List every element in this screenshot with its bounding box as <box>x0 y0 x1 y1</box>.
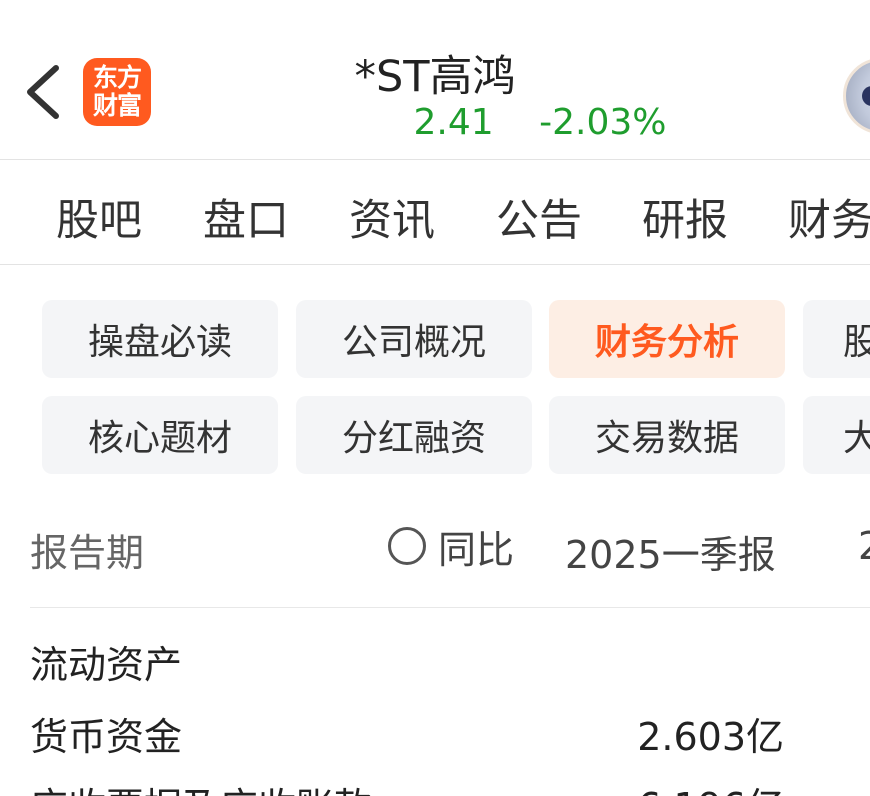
yoy-toggle[interactable]: 同比 <box>388 522 514 572</box>
chip-block-trades[interactable]: 大 <box>803 396 870 474</box>
yoy-label: 同比 <box>438 527 515 572</box>
stock-name: *ST高鸿 <box>354 52 516 102</box>
period-column-2: 2 <box>858 524 870 568</box>
row-value-cash: 2.603亿 <box>637 715 784 759</box>
tabs-divider <box>0 264 870 265</box>
chip-shareholders[interactable]: 股 <box>803 300 870 378</box>
radio-circle-icon[interactable] <box>388 527 426 565</box>
tab-announcements[interactable]: 公告 <box>496 186 582 248</box>
tab-finance[interactable]: 财务 <box>788 186 870 248</box>
tab-pankou[interactable]: 盘口 <box>203 186 289 248</box>
tab-research[interactable]: 研报 <box>642 186 728 248</box>
chip-company-profile[interactable]: 公司概况 <box>296 300 532 378</box>
chip-financial-analysis[interactable]: 财务分析 <box>549 300 785 378</box>
price-row: 2.41 -2.03% <box>0 102 870 143</box>
change-percent: -2.03% <box>539 102 667 143</box>
chip-trading-data[interactable]: 交易数据 <box>549 396 785 474</box>
chip-core-themes[interactable]: 核心题材 <box>42 396 278 474</box>
chip-trading-guide[interactable]: 操盘必读 <box>42 300 278 378</box>
row-label-receivables: 应收票据及应收账款 <box>30 776 372 796</box>
report-period-label: 报告期 <box>30 531 145 575</box>
stock-header: 东方 财富 *ST高鸿 2.41 -2.03% <box>0 0 870 160</box>
chip-dividends-financing[interactable]: 分红融资 <box>296 396 532 474</box>
app-screen: 东方 财富 *ST高鸿 2.41 -2.03% 股吧 盘口 资讯 公告 研报 财… <box>0 0 870 796</box>
avatar-eye <box>862 86 870 106</box>
tab-news[interactable]: 资讯 <box>349 186 435 248</box>
row-label-cash: 货币资金 <box>30 715 183 759</box>
period-column-1: 2025一季报 <box>565 533 776 577</box>
row-value-receivables: 6.196亿 <box>637 776 784 796</box>
main-tab-bar: 股吧 盘口 资讯 公告 研报 财务 <box>0 160 870 264</box>
current-price: 2.41 <box>413 102 494 143</box>
section-title-current-assets: 流动资产 <box>30 643 183 687</box>
tab-guba[interactable]: 股吧 <box>56 186 142 248</box>
table-divider <box>30 607 870 608</box>
